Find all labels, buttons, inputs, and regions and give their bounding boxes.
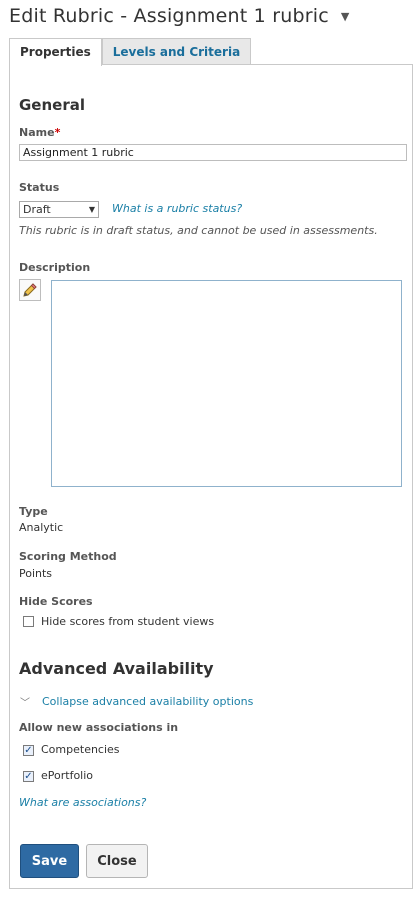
type-label: Type	[19, 505, 48, 518]
pencil-icon	[23, 283, 37, 297]
advanced-availability-heading: Advanced Availability	[19, 659, 214, 678]
associations-help-link[interactable]: What are associations?	[19, 796, 146, 809]
scoring-method-value: Points	[19, 567, 53, 580]
description-editor[interactable]	[51, 280, 402, 487]
collapse-advanced-link[interactable]: ﹀ Collapse advanced availability options	[20, 694, 253, 709]
hide-scores-label: Hide Scores	[19, 595, 93, 608]
hide-scores-checkbox[interactable]	[23, 616, 34, 627]
chevron-down-icon: ﹀	[20, 698, 30, 709]
save-button[interactable]: Save	[20, 844, 79, 878]
type-value: Analytic	[19, 521, 64, 534]
competencies-option-label[interactable]: Competencies	[41, 743, 120, 756]
tab-levels-and-criteria[interactable]: Levels and Criteria	[101, 38, 252, 65]
tab-bar: Properties Levels and Criteria	[9, 38, 252, 66]
name-label-text: Name	[19, 126, 55, 139]
collapse-advanced-text[interactable]: Collapse advanced availability options	[42, 695, 253, 708]
eportfolio-option-label[interactable]: ePortfolio	[41, 769, 93, 782]
description-label: Description	[19, 261, 91, 274]
rubric-status-help-link[interactable]: What is a rubric status?	[112, 202, 242, 215]
page-title: Edit Rubric - Assignment 1 rubric ▼	[9, 5, 350, 27]
chevron-down-icon: ▼	[88, 205, 95, 214]
status-label: Status	[19, 181, 60, 194]
name-label: Name*	[19, 126, 60, 139]
name-field[interactable]: Assignment 1 rubric	[19, 144, 407, 161]
competencies-checkbox[interactable]: ✓	[23, 745, 34, 756]
edit-description-button[interactable]	[19, 279, 41, 301]
hide-scores-option-label[interactable]: Hide scores from student views	[41, 615, 214, 628]
caret-down-icon[interactable]: ▼	[341, 10, 350, 23]
status-select[interactable]: Draft ▼	[19, 201, 99, 218]
status-note: This rubric is in draft status, and cann…	[19, 224, 378, 237]
general-heading: General	[19, 96, 85, 114]
allow-associations-label: Allow new associations in	[19, 721, 179, 734]
page-title-text: Edit Rubric - Assignment 1 rubric	[9, 5, 329, 27]
eportfolio-checkbox[interactable]: ✓	[23, 771, 34, 782]
required-marker: *	[54, 126, 61, 139]
tab-properties[interactable]: Properties	[9, 38, 102, 66]
close-button[interactable]: Close	[86, 844, 148, 878]
scoring-method-label: Scoring Method	[19, 550, 117, 563]
status-select-value: Draft	[23, 203, 51, 216]
